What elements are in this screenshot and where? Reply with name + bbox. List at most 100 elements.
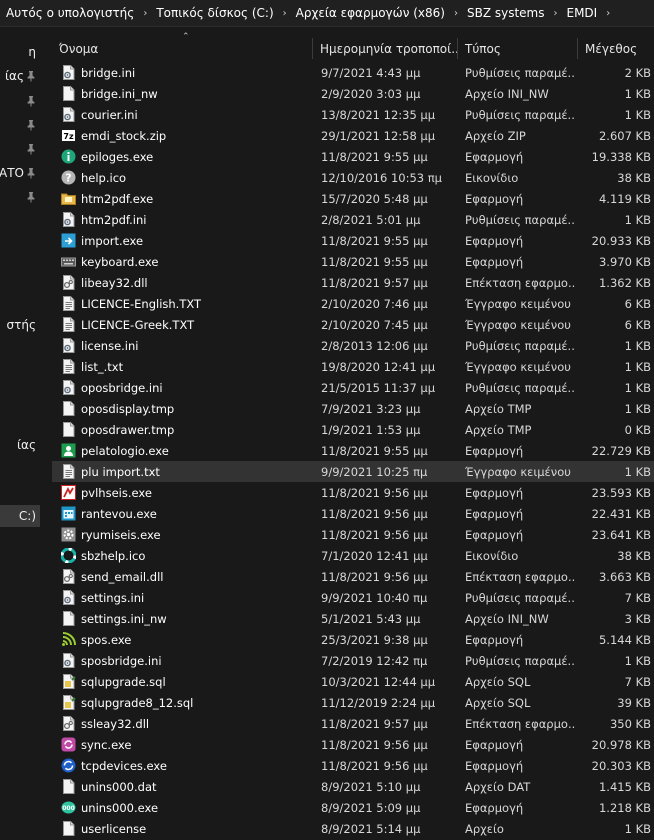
nav-item[interactable]: ίας (0, 65, 40, 87)
file-type: Εικονίδιο (465, 548, 519, 563)
column-header-name-label: Όνομα (59, 41, 99, 56)
file-size: 6 KB (624, 317, 651, 332)
nav-item-label: C:) (18, 509, 36, 523)
file-date-modified: 11/8/2021 9:56 μμ (321, 485, 428, 500)
breadcrumb-chevron-icon[interactable]: › (547, 8, 565, 19)
blank-file-icon (63, 422, 75, 437)
file-type: Εφαρμογή (465, 737, 524, 752)
file-row[interactable]: libeay32.dll 11/8/2021 9:57 μμ Επέκταση εφ… (52, 272, 654, 293)
file-row[interactable]: epiloges.exe 11/8/2021 9:55 μμ Εφαρμογή 19.… (52, 146, 654, 167)
breadcrumb-chevron-icon[interactable]: › (599, 8, 617, 19)
file-row[interactable]: ? help.ico 12/10/2016 10:53 πμ Εικονίδιο 38 … (52, 167, 654, 188)
column-header-name[interactable]: Όνομα (52, 38, 313, 59)
column-header-type[interactable]: Τύπος (458, 38, 578, 59)
nav-item[interactable]: στής (0, 314, 40, 336)
file-date-modified: 13/8/2021 12:35 μμ (321, 107, 436, 122)
file-row[interactable]: unins000.dat 8/9/2021 5:10 μμ Αρχείο DAT 1.… (52, 776, 654, 797)
nav-item[interactable] (0, 114, 40, 136)
file-row[interactable]: import.exe 11/8/2021 9:55 μμ Εφαρμογή 20.93… (52, 230, 654, 251)
file-type: Αρχείο TMP (465, 422, 532, 437)
breadcrumb-chevron-icon[interactable]: › (276, 8, 294, 19)
nav-item[interactable] (0, 186, 40, 208)
file-row[interactable]: sbzhelp.ico 7/1/2020 12:41 μμ Εικονίδιο 38 … (52, 545, 654, 566)
file-row[interactable]: htm2pdf.exe 15/7/2020 5:48 μμ Εφαρμογή 4.11… (52, 188, 654, 209)
file-name: userlicense (81, 821, 147, 836)
file-row[interactable]: settings.ini_nw 5/1/2021 5:43 μμ Αρχείο IN… (52, 608, 654, 629)
file-row[interactable]: keyboard.exe 11/8/2021 9:55 μμ Εφαρμογή 3.9… (52, 251, 654, 272)
calendar-app-icon (61, 506, 76, 521)
file-name: list_.txt (81, 359, 124, 374)
file-row[interactable]: bridge.ini_nw 2/9/2020 3:03 μμ Αρχείο INI_… (52, 83, 654, 104)
file-row[interactable]: bridge.ini 9/7/2021 4:43 μμ Ρυθμίσεις παρα… (52, 62, 654, 83)
green-circle-app-icon (61, 149, 76, 164)
file-type: Εφαρμογή (465, 254, 524, 269)
settings-file-icon (63, 590, 75, 605)
file-type: Ρυθμίσεις παραμέ... (465, 338, 575, 353)
file-row[interactable]: sync.exe 11/8/2021 9:56 μμ Εφαρμογή 20.978 … (52, 734, 654, 755)
file-row[interactable]: tcpdevices.exe 11/8/2021 9:56 μμ Εφαρμογή 2… (52, 755, 654, 776)
file-row[interactable]: LICENCE-Greek.TXT 2/10/2020 7:45 μμ Έγγραφ… (52, 314, 654, 335)
file-type: Εφαρμογή (465, 632, 524, 647)
file-date-modified: 10/3/2021 12:44 μμ (321, 674, 436, 689)
file-size: 0 KB (624, 422, 651, 437)
file-type: Ρυθμίσεις παραμέ... (465, 653, 575, 668)
file-size: 1 KB (624, 86, 651, 101)
file-row[interactable]: courier.ini 13/8/2021 12:35 μμ Ρυθμίσεις π… (52, 104, 654, 125)
file-row[interactable]: sqlupgrade8_12.sql 11/12/2019 2:24 μμ Αρχε… (52, 692, 654, 713)
nav-item[interactable]: ΛΑΤΟ (0, 162, 40, 184)
breadcrumb-chevron-icon[interactable]: › (136, 8, 154, 19)
nav-item[interactable] (0, 90, 40, 112)
file-row[interactable]: 000 unins000.exe 8/9/2021 5:09 μμ Εφαρμογή 1… (52, 797, 654, 818)
file-row[interactable]: ryumiseis.exe 11/8/2021 9:56 μμ Εφαρμογή 23… (52, 524, 654, 545)
file-row[interactable]: oposdrawer.tmp 1/9/2021 1:53 μμ Αρχείο TMP… (52, 419, 654, 440)
file-row[interactable]: list_.txt 19/8/2020 12:41 μμ Έγγραφο κειμέ… (52, 356, 654, 377)
file-name: courier.ini (81, 107, 138, 122)
file-name: sbzhelp.ico (81, 548, 146, 563)
nav-item[interactable] (0, 138, 40, 160)
breadcrumb-item[interactable]: Αυτός ο υπολογιστής (4, 6, 136, 20)
column-header-size[interactable]: Μέγεθος (578, 38, 654, 59)
file-row[interactable]: userlicense 8/9/2021 5:14 μμ Αρχείο 1 KB (52, 818, 654, 839)
file-row[interactable]: pelatologio.exe 11/8/2021 9:55 μμ Εφαρμογή… (52, 440, 654, 461)
breadcrumb-chevron-icon[interactable]: › (447, 8, 465, 19)
file-date-modified: 11/8/2021 9:56 μμ (321, 758, 428, 773)
file-row[interactable]: rantevou.exe 11/8/2021 9:56 μμ Εφαρμογή 22.… (52, 503, 654, 524)
file-row[interactable]: oposdisplay.tmp 7/9/2021 3:23 μμ Αρχείο TM… (52, 398, 654, 419)
file-type: Εικονίδιο (465, 170, 519, 185)
file-row[interactable]: license.ini 2/8/2013 12:06 μμ Ρυθμίσεις πα… (52, 335, 654, 356)
file-row[interactable]: send_email.dll 11/8/2021 9:56 μμ Επέκταση … (52, 566, 654, 587)
lifebuoy-icon (61, 548, 76, 563)
file-row[interactable]: plu import.txt 9/9/2021 10:25 πμ Έγγραφο κ… (52, 461, 654, 482)
settings-file-icon (63, 338, 75, 353)
nav-item[interactable]: η (0, 41, 40, 63)
file-size: 1 KB (624, 380, 651, 395)
breadcrumb-item[interactable]: Αρχεία εφαρμογών (x86) (294, 6, 447, 20)
breadcrumb-item[interactable]: SBZ systems (465, 6, 547, 20)
nav-item[interactable]: ίας (0, 434, 40, 456)
file-row[interactable]: sposbridge.ini 7/2/2019 12:42 πμ Ρυθμίσεις… (52, 650, 654, 671)
file-row[interactable]: oposbridge.ini 21/5/2015 11:37 μμ Ρυθμίσει… (52, 377, 654, 398)
file-row[interactable]: 7z emdi_stock.zip 29/1/2021 12:58 μμ Αρχείο… (52, 125, 654, 146)
file-row[interactable]: settings.ini 9/9/2021 10:40 πμ Ρυθμίσεις π… (52, 587, 654, 608)
column-header-type-label: Τύπος (465, 41, 501, 56)
navigation-pane[interactable]: ηίαςΛΑΤΟστήςίαςC:) (0, 27, 40, 840)
file-row[interactable]: pvlhseis.exe 11/8/2021 9:56 μμ Εφαρμογή 23.… (52, 482, 654, 503)
breadcrumb-item[interactable]: EMDI (565, 6, 600, 20)
nav-item[interactable]: C:) (0, 505, 40, 527)
file-row[interactable]: ssleay32.dll 11/8/2021 9:57 μμ Επέκταση εφ… (52, 713, 654, 734)
file-row[interactable]: spos.exe 25/3/2021 9:38 μμ Εφαρμογή 5.144 K… (52, 629, 654, 650)
file-row[interactable]: sqlupgrade.sql 10/3/2021 12:44 μμ Αρχείο S… (52, 671, 654, 692)
file-type: Αρχείο SQL (465, 695, 531, 710)
wifi-app-icon (62, 632, 76, 646)
file-size: 19.338 KB (591, 149, 651, 164)
file-date-modified: 11/8/2021 9:57 μμ (321, 716, 428, 731)
sales-app-icon (61, 485, 76, 500)
file-row[interactable]: LICENCE-English.TXT 2/10/2020 7:46 μμ Έγγρ… (52, 293, 654, 314)
file-row[interactable]: htm2pdf.ini 2/8/2021 5:01 μμ Ρυθμίσεις παρ… (52, 209, 654, 230)
file-size: 23.641 KB (591, 527, 651, 542)
file-name: tcpdevices.exe (81, 758, 167, 773)
column-header-date[interactable]: Ημερομηνία τροποποί... (313, 38, 458, 59)
keyboard-icon (61, 257, 76, 267)
file-type: Έγγραφο κειμένου (465, 359, 571, 374)
breadcrumb-item[interactable]: Τοπικός δίσκος (C:) (154, 6, 275, 20)
